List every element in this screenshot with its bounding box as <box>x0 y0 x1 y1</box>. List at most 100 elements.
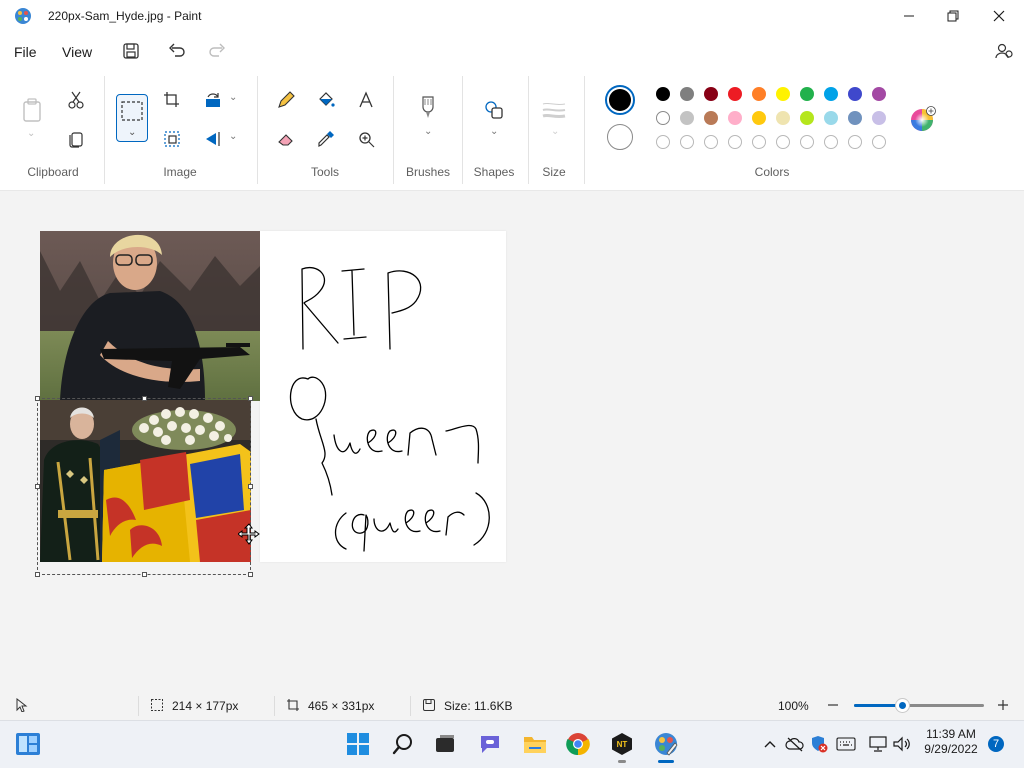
redo-icon <box>209 43 225 57</box>
paste-chevron-icon: ⌄ <box>27 128 36 139</box>
share-button[interactable] <box>994 42 1014 63</box>
teams-chat-button[interactable] <box>476 730 504 758</box>
size-button[interactable] <box>540 96 568 124</box>
close-button[interactable] <box>976 0 1022 32</box>
minimize-button[interactable] <box>886 0 932 32</box>
color-swatch[interactable] <box>680 111 694 125</box>
color-swatch[interactable] <box>728 87 742 101</box>
clock-button[interactable]: 11:39 AM 9/29/2022 <box>918 727 984 757</box>
selection-handle-bottom-left[interactable] <box>35 572 40 577</box>
selection-handle-top[interactable] <box>142 396 147 401</box>
file-size-text: Size: 11.6KB <box>444 699 513 713</box>
resize-button[interactable] <box>158 125 186 153</box>
custom-color-slot[interactable] <box>656 135 670 149</box>
paste-button[interactable] <box>18 96 46 124</box>
color-swatch[interactable] <box>752 87 766 101</box>
color-swatch[interactable] <box>704 111 718 125</box>
edit-colors-button[interactable] <box>910 106 936 132</box>
pencil-button[interactable] <box>272 86 300 114</box>
menu-view[interactable]: View <box>62 44 92 60</box>
rotate-button[interactable] <box>200 86 228 114</box>
color-swatch[interactable] <box>752 111 766 125</box>
keyboard-button[interactable] <box>836 737 856 754</box>
redo-button[interactable] <box>208 42 226 63</box>
custom-color-slot[interactable] <box>776 135 790 149</box>
color-swatch[interactable] <box>704 87 718 101</box>
primary-color-button[interactable] <box>605 85 635 115</box>
color-swatch[interactable] <box>872 111 886 125</box>
file-explorer-button[interactable] <box>521 730 549 758</box>
color-swatch[interactable] <box>848 87 862 101</box>
color-swatch[interactable] <box>800 87 814 101</box>
select-tool-button[interactable]: ⌄ <box>116 94 148 142</box>
ribbon-divider <box>584 76 585 184</box>
secondary-color-button[interactable] <box>607 124 633 150</box>
text-button[interactable] <box>352 86 380 114</box>
color-swatch[interactable] <box>848 111 862 125</box>
eraser-button[interactable] <box>272 125 300 153</box>
color-swatch[interactable] <box>800 111 814 125</box>
selection-handle-bottom-right[interactable] <box>248 572 253 577</box>
custom-color-slot[interactable] <box>848 135 862 149</box>
shapes-button[interactable] <box>480 96 508 124</box>
selection-rectangle[interactable] <box>37 398 251 575</box>
save-button[interactable] <box>122 42 140 63</box>
selection-handle-top-right[interactable] <box>248 396 253 401</box>
onedrive-button[interactable] <box>785 736 805 755</box>
color-swatch[interactable] <box>656 111 670 125</box>
magnifier-button[interactable] <box>352 125 380 153</box>
pasted-photo-man-with-rifle[interactable] <box>40 231 260 401</box>
nt-app-icon: NT <box>612 733 632 755</box>
color-swatch[interactable] <box>656 87 670 101</box>
color-swatch[interactable] <box>824 111 838 125</box>
color-swatch[interactable] <box>776 87 790 101</box>
security-button[interactable] <box>810 735 828 756</box>
custom-color-slot[interactable] <box>704 135 718 149</box>
color-swatch[interactable] <box>728 111 742 125</box>
zoom-out-button[interactable] <box>826 698 840 715</box>
flip-icon <box>206 132 220 146</box>
flip-button[interactable] <box>200 125 228 153</box>
chrome-button[interactable] <box>564 730 592 758</box>
color-swatch[interactable] <box>824 87 838 101</box>
copy-button[interactable] <box>62 125 90 153</box>
fill-button[interactable] <box>312 86 340 114</box>
zoom-in-button[interactable] <box>996 698 1010 715</box>
volume-button[interactable] <box>892 736 912 755</box>
paint-taskbar-button[interactable] <box>652 730 680 758</box>
color-swatch[interactable] <box>680 87 694 101</box>
selection-handle-bottom[interactable] <box>142 572 147 577</box>
color-swatch[interactable] <box>872 87 886 101</box>
app-nt-button[interactable]: NT <box>608 730 636 758</box>
task-view-button[interactable] <box>431 730 459 758</box>
custom-color-slot[interactable] <box>680 135 694 149</box>
selection-handle-right[interactable] <box>248 484 253 489</box>
undo-button[interactable] <box>168 42 186 63</box>
custom-color-slot[interactable] <box>728 135 742 149</box>
color-swatch[interactable] <box>776 111 790 125</box>
custom-color-slot[interactable] <box>824 135 838 149</box>
show-hidden-icons-button[interactable] <box>763 737 777 754</box>
brushes-button[interactable] <box>414 94 442 122</box>
zoom-slider-thumb[interactable] <box>896 699 910 712</box>
color-picker-button[interactable] <box>312 125 340 153</box>
color-wheel-icon <box>911 106 936 131</box>
network-button[interactable] <box>868 736 888 755</box>
custom-color-slot[interactable] <box>872 135 886 149</box>
notification-badge[interactable]: 7 <box>988 736 1004 752</box>
widgets-button[interactable] <box>14 730 42 758</box>
custom-color-slot[interactable] <box>800 135 814 149</box>
start-button[interactable] <box>344 730 372 758</box>
drawing-canvas[interactable] <box>260 231 506 562</box>
maximize-button[interactable] <box>930 0 976 32</box>
status-divider <box>274 696 275 716</box>
custom-color-slot[interactable] <box>752 135 766 149</box>
selection-handle-top-left[interactable] <box>35 396 40 401</box>
selection-handle-left[interactable] <box>35 484 40 489</box>
zoom-slider-track[interactable] <box>854 699 984 712</box>
menu-file[interactable]: File <box>14 44 37 60</box>
search-button[interactable] <box>389 730 417 758</box>
crop-button[interactable] <box>158 86 186 114</box>
cut-button[interactable] <box>62 86 90 114</box>
color-palette <box>656 87 896 151</box>
